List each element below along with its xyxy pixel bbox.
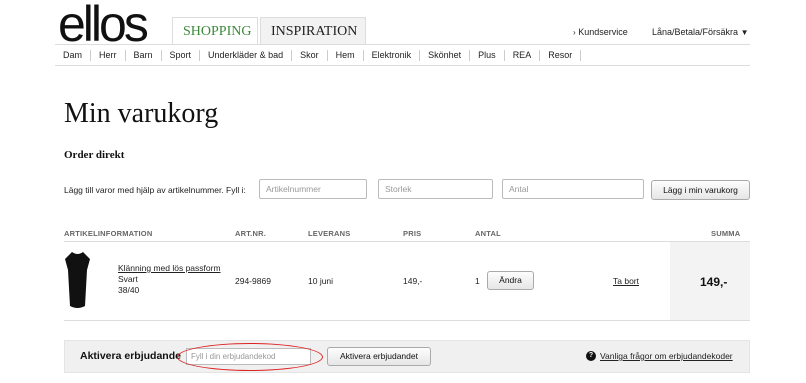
category-nav: Dam Herr Barn Sport Underkläder & bad Sk… bbox=[55, 44, 750, 66]
size-input[interactable] bbox=[378, 179, 493, 199]
nav-item-sport[interactable]: Sport bbox=[162, 49, 201, 61]
nav-item-hem[interactable]: Hem bbox=[328, 49, 364, 61]
item-sum: 149,- bbox=[700, 275, 728, 289]
tab-shopping[interactable]: SHOPPING bbox=[172, 17, 258, 44]
column-header-info: ARTIKELINFORMATION bbox=[64, 229, 153, 238]
caret-down-icon: ▼ bbox=[740, 28, 749, 37]
chevron-right-icon: › bbox=[573, 28, 576, 37]
page-title: Min varukorg bbox=[64, 98, 219, 129]
nav-item-herr[interactable]: Herr bbox=[91, 49, 126, 61]
nav-item-skor[interactable]: Skor bbox=[292, 49, 328, 61]
product-article-number: 294-9869 bbox=[235, 276, 271, 286]
nav-item-resor[interactable]: Resor bbox=[540, 49, 582, 61]
order-direct-instruction: Lägg till varor med hjälp av artikelnumm… bbox=[64, 185, 246, 195]
nav-item-dam[interactable]: Dam bbox=[55, 49, 92, 61]
add-to-cart-button[interactable]: Lägg i min varukorg bbox=[651, 180, 750, 200]
promo-code-input[interactable] bbox=[186, 348, 311, 365]
order-direct-title: Order direkt bbox=[64, 149, 125, 161]
column-header-sum: SUMMA bbox=[711, 229, 741, 238]
column-header-price: PRIS bbox=[403, 229, 422, 238]
product-price: 149,- bbox=[403, 276, 423, 286]
product-size: 38/40 bbox=[118, 285, 140, 295]
tab-inspiration[interactable]: INSPIRATION bbox=[260, 17, 366, 44]
nav-item-elektronik[interactable]: Elektronik bbox=[364, 49, 421, 61]
activate-offer-button[interactable]: Aktivera erbjudandet bbox=[327, 347, 431, 366]
promo-faq-link[interactable]: Vanliga frågor om erbjudandekoder bbox=[600, 351, 733, 361]
table-divider bbox=[64, 241, 750, 242]
question-icon[interactable]: ? bbox=[586, 351, 596, 361]
nav-item-skonhet[interactable]: Skönhet bbox=[420, 49, 471, 61]
change-quantity-button[interactable]: Ändra bbox=[487, 271, 534, 290]
quantity-input[interactable] bbox=[502, 179, 644, 199]
cart-item-info: Klänning med lös passform Svart 38/40 bbox=[118, 263, 221, 296]
article-number-input[interactable] bbox=[259, 179, 367, 199]
lana-betala-forsakra-label: Låna/Betala/Försäkra bbox=[652, 27, 739, 37]
column-header-qty: ANTAL bbox=[475, 229, 501, 238]
kundservice-label: Kundservice bbox=[578, 27, 628, 37]
table-bottom-divider bbox=[64, 320, 750, 321]
nav-item-underklader-bad[interactable]: Underkläder & bad bbox=[200, 49, 293, 61]
product-delivery-date: 10 juni bbox=[308, 276, 334, 286]
kundservice-link[interactable]: › Kundservice bbox=[573, 27, 628, 37]
product-color: Svart bbox=[118, 274, 138, 284]
column-header-artnr: ART.NR. bbox=[235, 229, 266, 238]
nav-item-barn[interactable]: Barn bbox=[126, 49, 162, 61]
nav-item-rea[interactable]: REA bbox=[505, 49, 541, 61]
nav-item-plus[interactable]: Plus bbox=[470, 49, 505, 61]
ellos-logo[interactable]: ellos bbox=[58, 0, 149, 49]
product-name-link[interactable]: Klänning med lös passform bbox=[118, 263, 221, 274]
column-header-delivery: LEVERANS bbox=[308, 229, 351, 238]
remove-item-link[interactable]: Ta bort bbox=[613, 276, 639, 287]
product-quantity: 1 bbox=[475, 276, 480, 286]
lana-betala-forsakra-menu[interactable]: Låna/Betala/Försäkra ▼ bbox=[652, 27, 749, 37]
promo-label: Aktivera erbjudande bbox=[80, 350, 181, 362]
product-image-dress[interactable] bbox=[64, 250, 91, 310]
